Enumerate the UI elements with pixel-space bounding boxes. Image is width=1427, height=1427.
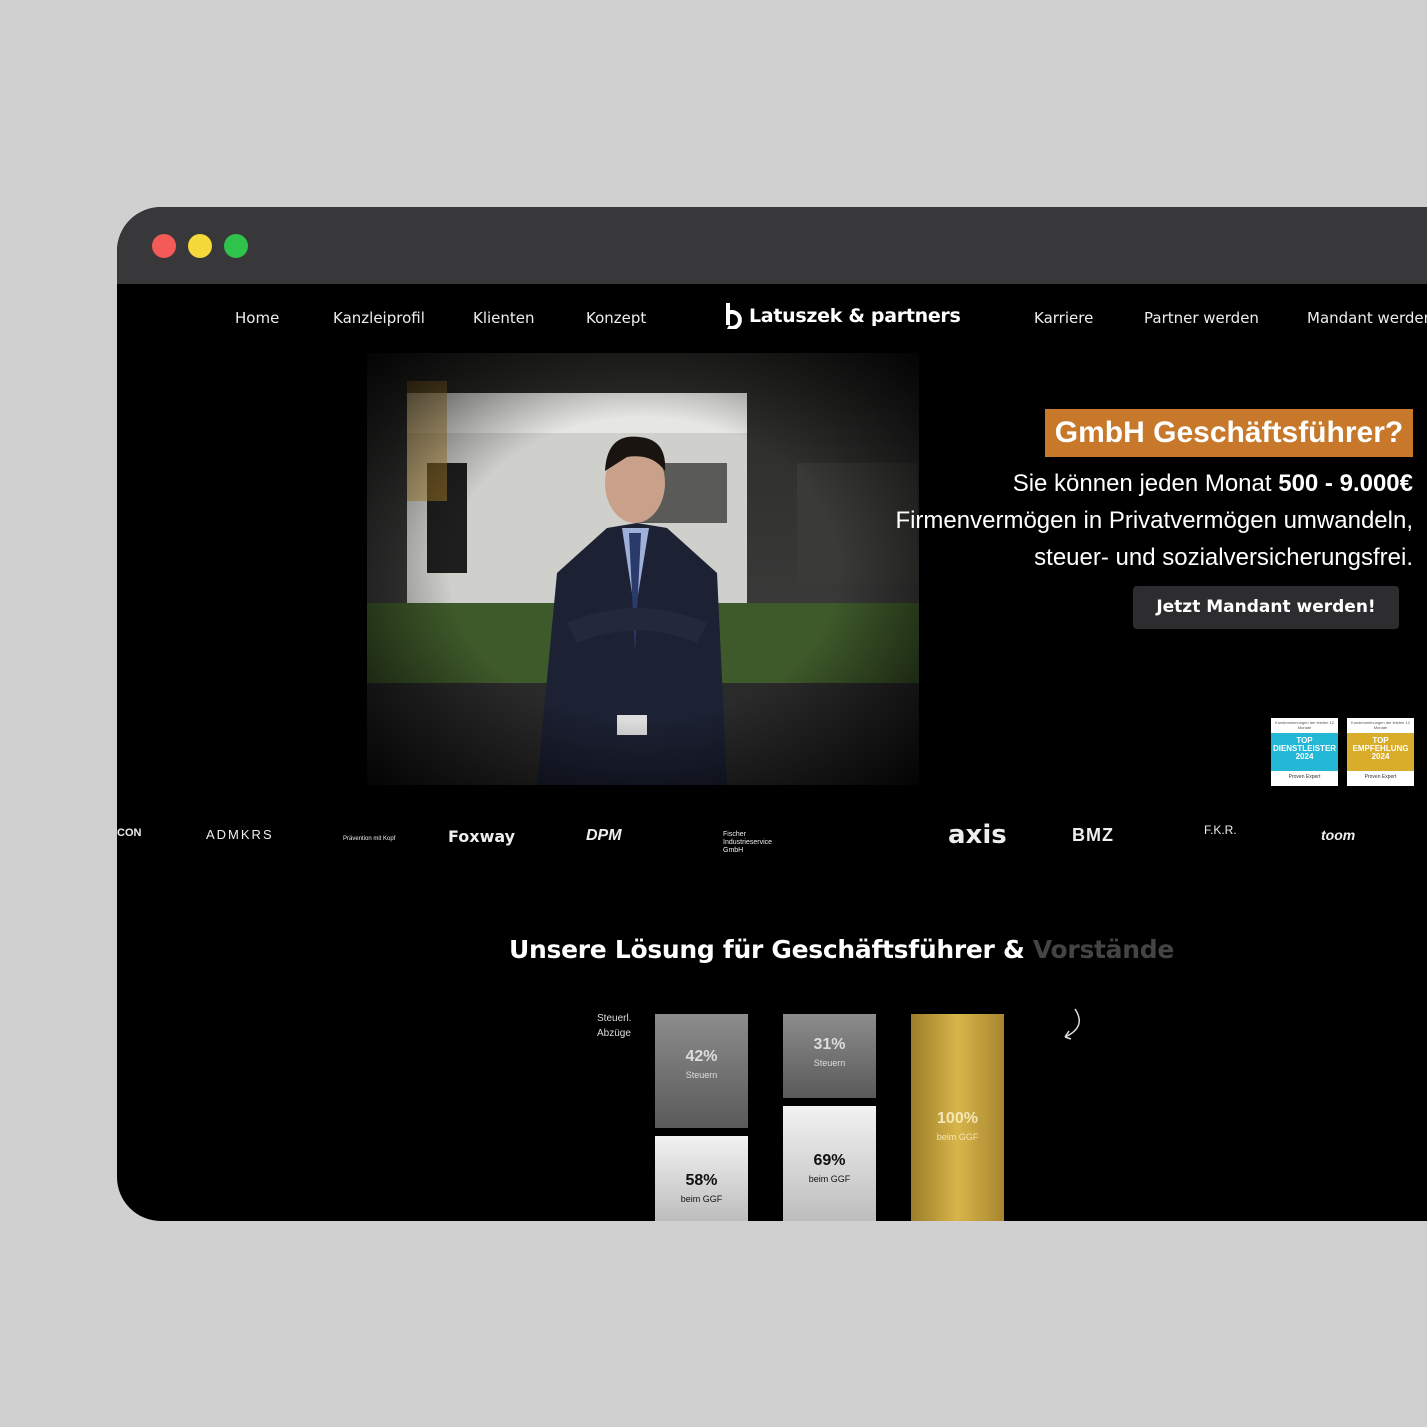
client-logo-fkr: F.K.R. bbox=[1204, 823, 1237, 837]
hero-line3: steuer- und sozialversicherungsfrei. bbox=[1034, 544, 1413, 571]
bar-value: 58% bbox=[685, 1172, 718, 1189]
client-logo-dpm: DPM bbox=[586, 827, 622, 844]
section-title-faded: Vorstände bbox=[1032, 935, 1174, 964]
bar-label: beim GGF bbox=[680, 1194, 723, 1204]
bar-label: Steuern bbox=[685, 1070, 718, 1080]
bar-value: 42% bbox=[685, 1048, 718, 1065]
chart-label: Steuerl. Abzüge bbox=[597, 1013, 632, 1039]
nav-klienten[interactable]: Klienten bbox=[473, 309, 535, 327]
brand-logo[interactable]: Latuszek & partners bbox=[725, 303, 961, 329]
hero-line1-prefix: Sie können jeden Monat bbox=[1012, 470, 1279, 497]
award-badge-top-empfehlung[interactable]: Kundenmeinungen der letzten 12 Monate TO… bbox=[1347, 718, 1414, 786]
browser-window: Home Kanzleiprofil Klienten Konzept Karr… bbox=[117, 207, 1427, 1221]
award-badge-top-dienstleister[interactable]: Kundenmeinungen der letzten 12 Monate TO… bbox=[1271, 718, 1338, 786]
bar-label: beim GGF bbox=[936, 1132, 979, 1142]
client-logo-admkrs: ADMKRS bbox=[206, 827, 274, 842]
close-window-button[interactable] bbox=[152, 234, 176, 258]
nav-mandant-werden[interactable]: Mandant werden bbox=[1307, 309, 1427, 327]
nav-kanzleiprofil[interactable]: Kanzleiprofil bbox=[333, 309, 425, 327]
client-logo-praevention: Prävention mit Kopf bbox=[343, 836, 396, 842]
brand-mark-icon bbox=[726, 303, 742, 329]
window-titlebar bbox=[117, 207, 1427, 284]
client-logo-bmz: BMZ bbox=[1072, 825, 1114, 845]
nav-partner-werden[interactable]: Partner werden bbox=[1144, 309, 1259, 327]
badge-caption: Kundenmeinungen der letzten 12 Monate bbox=[1351, 720, 1410, 730]
badge-title: TOP EMPFEHLUNG 2024 bbox=[1347, 733, 1414, 771]
bar-value: 69% bbox=[813, 1152, 846, 1169]
bar-segment-ggf-3: 100% beim GGF bbox=[911, 1014, 1004, 1221]
bar-value: 31% bbox=[813, 1036, 846, 1053]
bar-label: beim GGF bbox=[808, 1174, 851, 1184]
badge-caption: Kundenmeinungen der letzten 12 Monate bbox=[1275, 720, 1334, 730]
curved-arrow-icon bbox=[1064, 1008, 1080, 1040]
badge-footer: Proven Expert bbox=[1288, 774, 1321, 780]
client-logo-axis: axis bbox=[948, 820, 1007, 850]
hero-headline: GmbH Geschäftsführer? bbox=[1045, 409, 1413, 457]
section-title-main: Unsere Lösung für Geschäftsführer & bbox=[509, 935, 1033, 964]
minimize-window-button[interactable] bbox=[188, 234, 212, 258]
client-logo-fischer: Fischer Industrieservice GmbH bbox=[723, 831, 773, 854]
hero-subtext: Sie können jeden Monat 500 - 9.000€ Firm… bbox=[813, 465, 1413, 576]
badge-footer: Proven Expert bbox=[1364, 774, 1397, 780]
maximize-window-button[interactable] bbox=[224, 234, 248, 258]
bar-segment-taxes-2: 31% Steuern bbox=[783, 1014, 876, 1098]
become-client-button[interactable]: Jetzt Mandant werden! bbox=[1133, 586, 1399, 629]
section-title: Unsere Lösung für Geschäftsführer & Vors… bbox=[509, 935, 1174, 964]
client-logo-con: CON bbox=[117, 827, 142, 839]
client-logo-toom: toom bbox=[1321, 827, 1356, 843]
client-logo-foxway: Foxway bbox=[448, 827, 516, 846]
bar-value: 100% bbox=[937, 1110, 978, 1127]
badge-title: TOP DIENSTLEISTER 2024 bbox=[1271, 733, 1338, 771]
bar-label: Steuern bbox=[813, 1058, 846, 1068]
bar-segment-ggf-1: 58% beim GGF bbox=[655, 1136, 748, 1221]
hero-line2: Firmenvermögen in Privatvermögen umwande… bbox=[895, 507, 1413, 534]
nav-karriere[interactable]: Karriere bbox=[1034, 309, 1093, 327]
nav-konzept[interactable]: Konzept bbox=[586, 309, 646, 327]
nav-home[interactable]: Home bbox=[235, 309, 279, 327]
bar-segment-taxes-1: 42% Steuern bbox=[655, 1014, 748, 1128]
hero-line1-amount: 500 - 9.000€ bbox=[1278, 470, 1413, 497]
brand-name: Latuszek & partners bbox=[749, 305, 961, 327]
bar-segment-ggf-2: 69% beim GGF bbox=[783, 1106, 876, 1221]
